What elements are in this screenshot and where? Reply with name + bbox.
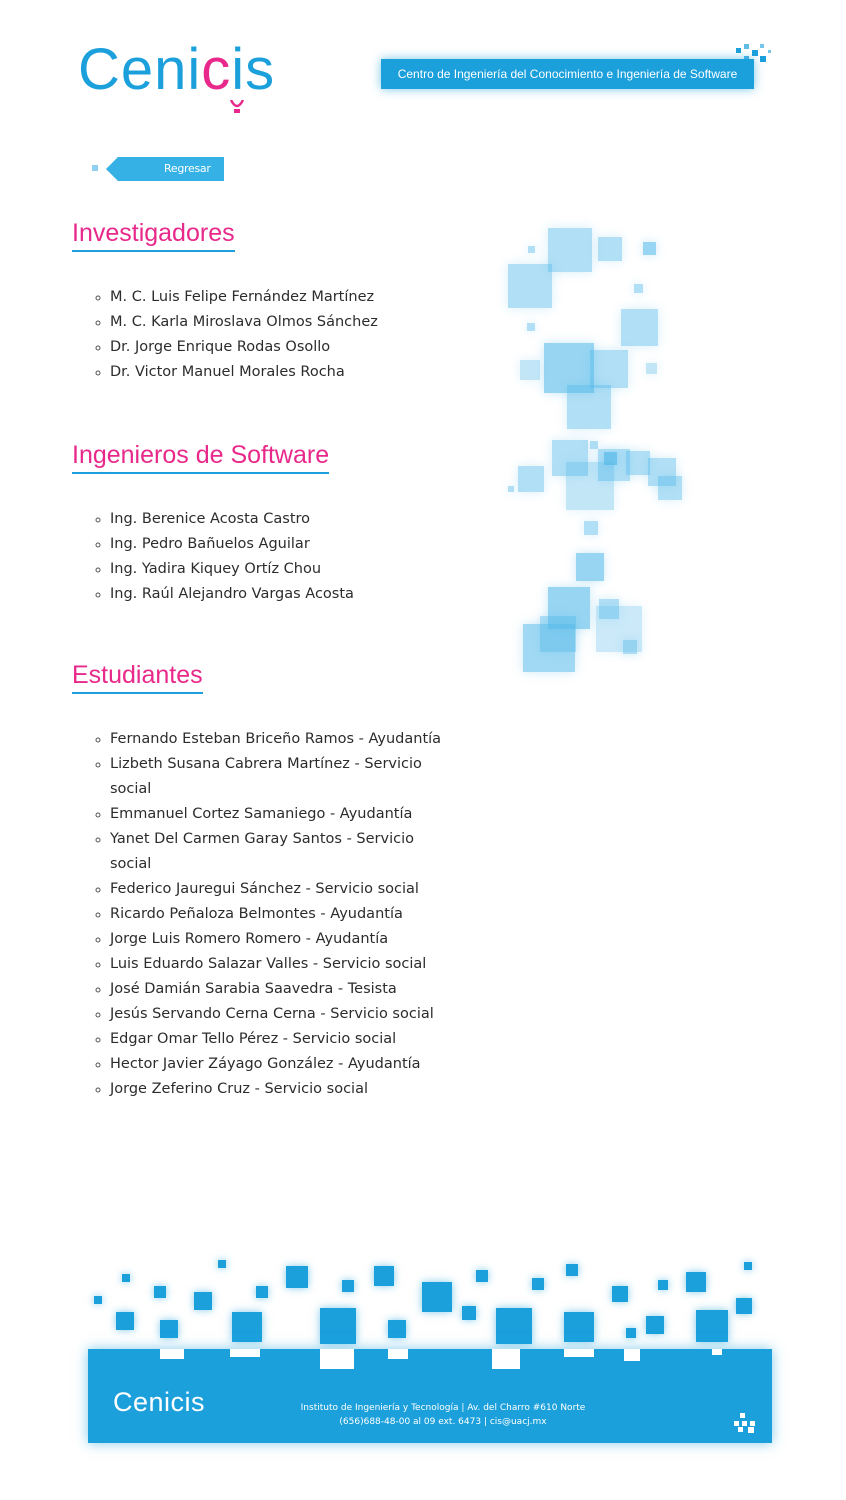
back-button[interactable]: Regresar	[106, 157, 224, 181]
logo-text: Cenicis	[78, 30, 275, 110]
logo[interactable]: Cenicis	[78, 30, 298, 120]
list-item: M. C. Karla Miroslava Olmos Sánchez	[110, 310, 455, 335]
footer-address: Instituto de Ingeniería y Tecnología | A…	[300, 1403, 586, 1413]
list-estudiantes: Fernando Esteban Briceño Ramos - Ayudant…	[86, 727, 455, 1102]
list-item: Dr. Victor Manuel Morales Rocha	[110, 360, 455, 385]
list-item: Luis Eduardo Salazar Valles - Servicio s…	[110, 952, 455, 977]
list-item: Federico Jauregui Sánchez - Servicio soc…	[110, 877, 455, 902]
list-item: Dr. Jorge Enrique Rodas Osollo	[110, 335, 455, 360]
section-title-investigadores: Investigadores	[72, 219, 235, 252]
back-button-label: Regresar	[164, 162, 211, 175]
logo-text-part1: Ceni	[78, 37, 202, 102]
list-investigadores: M. C. Luis Felipe Fernández Martínez M. …	[86, 285, 455, 385]
logo-text-part3: is	[231, 37, 276, 102]
list-item: Ing. Raúl Alejandro Vargas Acosta	[110, 582, 455, 607]
list-item: Ricardo Peñaloza Belmontes - Ayudantía	[110, 902, 455, 927]
list-item: Lizbeth Susana Cabrera Martínez - Servic…	[110, 752, 455, 802]
footer: Cenicis Instituto de Ingeniería y Tecnol…	[88, 1349, 772, 1443]
footer-contact: (656)688-48-00 al 09 ext. 6473 | cis@uac…	[339, 1417, 547, 1427]
section-title-ingenieros: Ingenieros de Software	[72, 441, 330, 474]
lightbulb-icon	[229, 100, 245, 113]
list-item: Hector Javier Záyago González - Ayudantí…	[110, 1052, 455, 1077]
list-item: José Damián Sarabia Saavedra - Tesista	[110, 977, 455, 1002]
list-item: Ing. Pedro Bañuelos Aguilar	[110, 532, 455, 557]
section-title-estudiantes: Estudiantes	[72, 661, 203, 694]
list-item: Jesús Servando Cerna Cerna - Servicio so…	[110, 1002, 455, 1027]
back-dot-decoration	[92, 165, 98, 171]
tagline: Centro de Ingeniería del Conocimiento e …	[397, 67, 738, 81]
footer-logo[interactable]: Cenicis	[113, 1387, 205, 1418]
list-item: Ing. Yadira Kiquey Ortíz Chou	[110, 557, 455, 582]
list-item: Fernando Esteban Briceño Ramos - Ayudant…	[110, 727, 455, 752]
list-item: Jorge Zeferino Cruz - Servicio social	[110, 1077, 455, 1102]
list-item: Edgar Omar Tello Pérez - Servicio social	[110, 1027, 455, 1052]
list-item: Yanet Del Carmen Garay Santos - Servicio…	[110, 827, 455, 877]
list-item: Jorge Luis Romero Romero - Ayudantía	[110, 927, 455, 952]
list-ingenieros: Ing. Berenice Acosta Castro Ing. Pedro B…	[86, 507, 455, 607]
list-item: M. C. Luis Felipe Fernández Martínez	[110, 285, 455, 310]
tagline-banner: Centro de Ingeniería del Conocimiento e …	[381, 59, 754, 89]
list-item: Ing. Berenice Acosta Castro	[110, 507, 455, 532]
footer-contact-info: Instituto de Ingeniería y Tecnología | A…	[278, 1401, 608, 1429]
list-item: Emmanuel Cortez Samaniego - Ayudantía	[110, 802, 455, 827]
logo-text-part2: c	[201, 37, 232, 102]
